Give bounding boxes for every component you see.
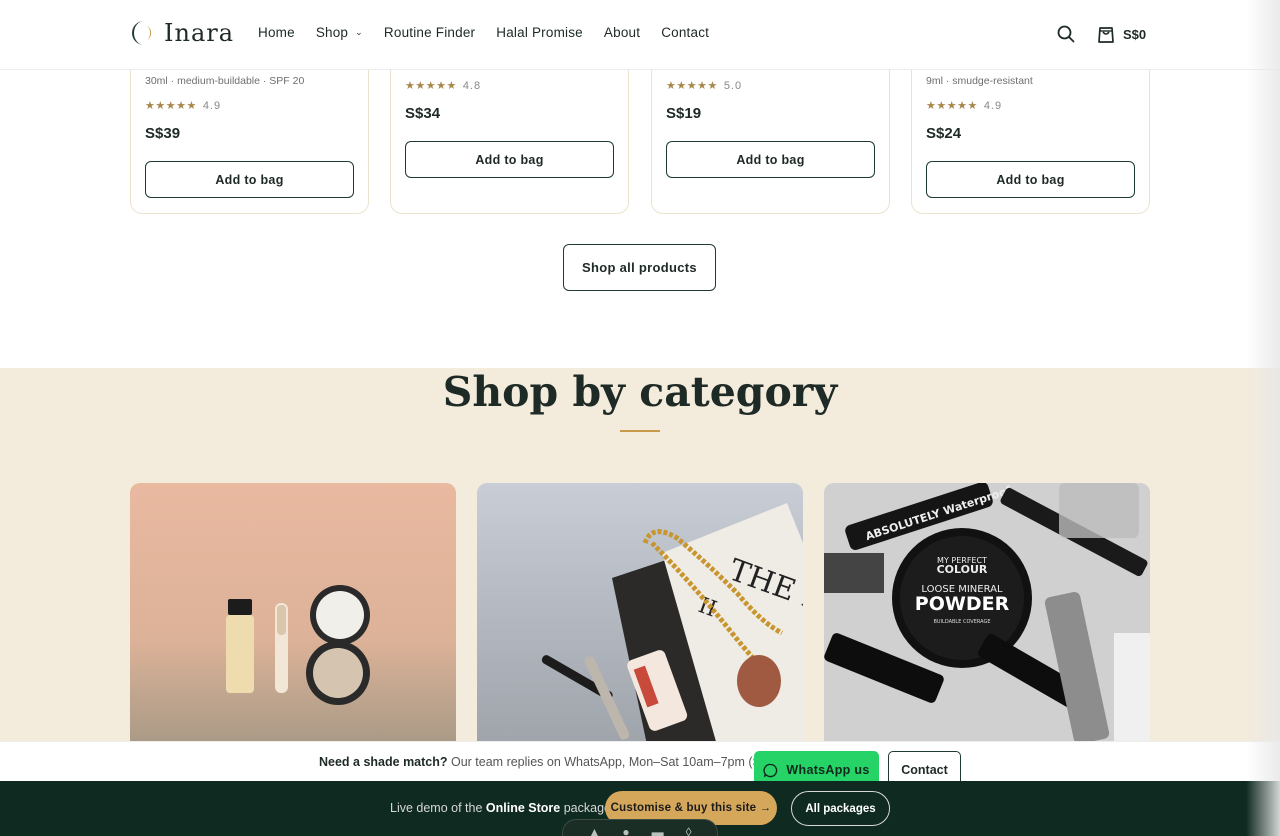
shade-match-bar: Need a shade match? Our team replies on …: [0, 741, 1280, 789]
nav-halal-promise-label: Halal Promise: [496, 25, 583, 40]
whatsapp-icon: [763, 763, 778, 777]
cart-button[interactable]: S$0: [1097, 24, 1146, 44]
product-rating: ★★★★★ 4.9: [145, 99, 354, 113]
product-meta: 9ml · smudge-resistant: [926, 75, 1033, 87]
product-rating: ★★★★★ 4.9: [926, 99, 1135, 113]
crescent-moon-icon: [132, 21, 152, 45]
complexion-products-photo: [130, 483, 456, 745]
star-rating-icon: ★★★★★: [926, 100, 978, 112]
shopping-bag-icon: [1098, 27, 1114, 43]
search-icon[interactable]: [1057, 25, 1075, 43]
nav-shop[interactable]: Shop ⌄: [316, 25, 363, 40]
cart-total: S$0: [1123, 26, 1147, 42]
demo-banner: Live demo of the Online Store package. C…: [0, 781, 1280, 836]
nav-home-label: Home: [258, 25, 295, 40]
nav-contact[interactable]: Contact: [661, 25, 709, 40]
nav-halal-promise[interactable]: Halal Promise: [496, 25, 583, 40]
shade-match-text: Need a shade match? Our team replies on …: [319, 755, 786, 769]
brand-name: Inara: [164, 19, 235, 47]
demo-prefix: Live demo of the: [390, 801, 483, 815]
shop-all-products-button[interactable]: Shop all products: [563, 244, 716, 291]
star-rating-icon: ★★★★★: [666, 80, 718, 92]
add-to-bag-button[interactable]: Add to bag: [145, 161, 354, 198]
product-rating: ★★★★★ 5.0: [666, 79, 875, 93]
add-to-bag-button[interactable]: Add to bag: [926, 161, 1135, 198]
nav-about[interactable]: About: [604, 25, 640, 40]
product-meta: 30ml · medium-buildable · SPF 20: [145, 75, 305, 87]
nav-about-label: About: [603, 25, 641, 40]
brand-logo[interactable]: Inara: [130, 19, 234, 47]
category-tile-powder[interactable]: ABSOLUTELY Waterproof MY PERFECT COLOUR …: [824, 483, 1150, 745]
nav-contact-label: Contact: [661, 25, 710, 40]
nav-shop-label: Shop: [315, 25, 349, 40]
toolbar-icon[interactable]: ▲: [588, 825, 600, 836]
lips-accessories-photo: THE B II: [477, 483, 803, 745]
rating-value: 4.9: [202, 99, 222, 112]
category-tile-complexion[interactable]: [130, 483, 456, 745]
add-to-bag-button[interactable]: Add to bag: [405, 141, 614, 178]
shade-match-lead: Need a shade match?: [319, 755, 448, 769]
rating-value: 5.0: [723, 79, 743, 92]
toolbar-icon[interactable]: ◊: [686, 825, 692, 836]
product-price: S$24: [926, 125, 962, 142]
header-actions: S$0: [1057, 24, 1146, 44]
toolbar-icon[interactable]: ▬: [652, 825, 664, 836]
site-header: Inara Home Shop ⌄ Routine Finder Halal Pr…: [0, 0, 1280, 70]
category-tile-lips[interactable]: THE B II: [477, 483, 803, 745]
add-to-bag-button[interactable]: Add to bag: [666, 141, 875, 178]
section-title: Shop by category: [442, 368, 838, 416]
svg-text:BUILDABLE COVERAGE: BUILDABLE COVERAGE: [933, 619, 990, 625]
rating-value: 4.9: [983, 99, 1003, 112]
toolbar-icon[interactable]: ●: [622, 825, 629, 836]
star-rating-icon: ★★★★★: [145, 100, 197, 112]
product-rating: ★★★★★ 4.8: [405, 79, 614, 93]
demo-banner-text: Live demo of the Online Store package.: [390, 801, 614, 815]
nav-routine-finder[interactable]: Routine Finder: [384, 25, 475, 40]
shade-match-detail: Our team replies on WhatsApp, Mon–Sat 10…: [451, 755, 786, 769]
rating-value: 4.8: [462, 79, 482, 92]
whatsapp-label: WhatsApp us: [786, 763, 870, 777]
svg-text:POWDER: POWDER: [915, 593, 1010, 615]
title-divider: [620, 430, 660, 432]
chevron-down-icon: ⌄: [355, 27, 363, 37]
floating-toolbar[interactable]: ▲ ● ▬ ◊: [562, 819, 718, 836]
svg-text:COLOUR: COLOUR: [937, 563, 988, 576]
main-nav: Home Shop ⌄ Routine Finder Halal Promise …: [258, 25, 709, 40]
mineral-powder-photo: ABSOLUTELY Waterproof MY PERFECT COLOUR …: [824, 483, 1150, 745]
product-price: S$39: [145, 125, 181, 142]
product-price: S$34: [405, 105, 441, 122]
nav-routine-finder-label: Routine Finder: [383, 25, 476, 40]
nav-home[interactable]: Home: [258, 25, 295, 40]
star-rating-icon: ★★★★★: [405, 80, 457, 92]
all-packages-button[interactable]: All packages: [791, 791, 890, 826]
demo-package-name: Online Store: [485, 801, 561, 815]
product-price: S$19: [666, 105, 702, 122]
